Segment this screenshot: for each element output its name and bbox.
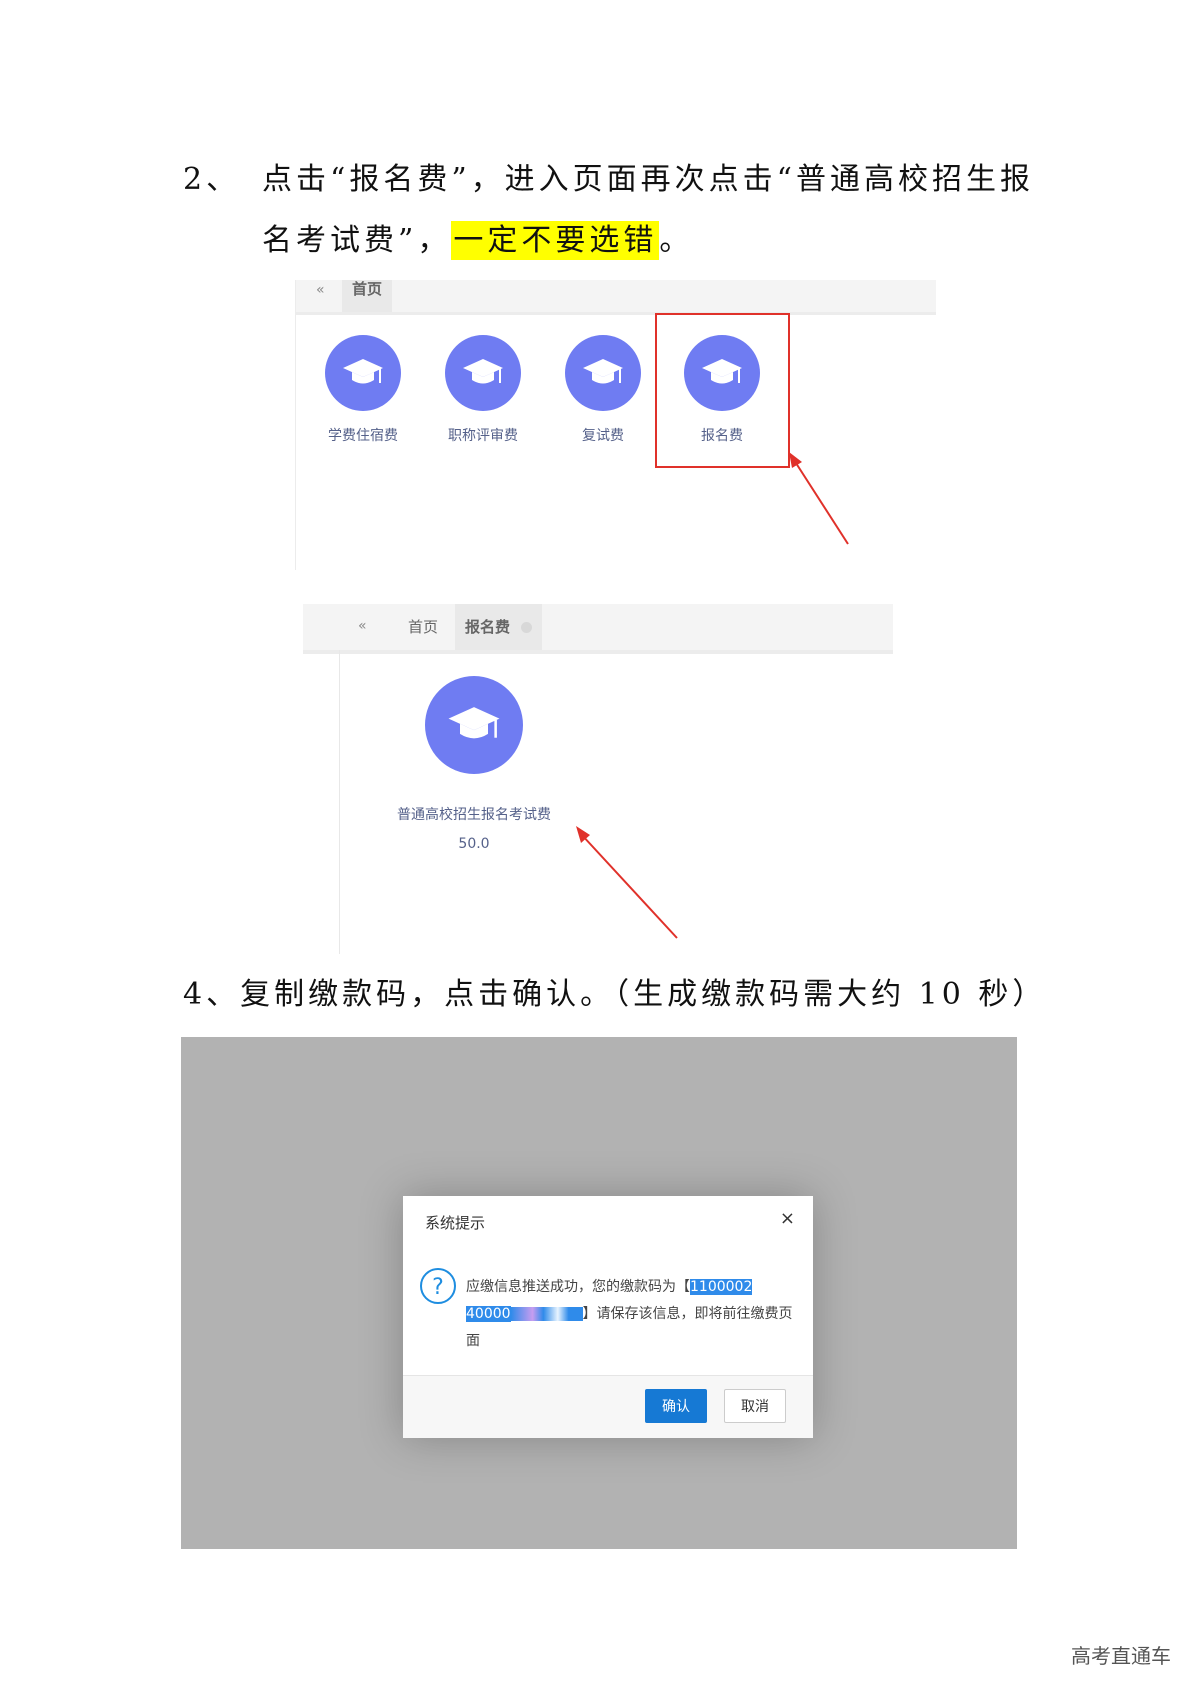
tile-icon-circle	[325, 335, 401, 411]
tile-icon-circle	[565, 335, 641, 411]
close-icon[interactable]: ×	[780, 1208, 795, 1229]
tab-close-icon[interactable]	[521, 622, 533, 633]
cancel-button[interactable]: 取消	[724, 1389, 786, 1423]
step-4-text: 4、复制缴款码，点击确认。（生成缴款码需大约 10 秒）	[183, 977, 1047, 1012]
tab-registration-fee[interactable]: 报名费	[455, 604, 543, 650]
left-border	[339, 650, 340, 954]
tile-icon-circle	[425, 676, 523, 774]
step-2-line-2-suffix: 。	[659, 223, 694, 258]
question-icon: ?	[420, 1268, 456, 1304]
tile-label: 复试费	[582, 428, 624, 444]
watermark: 高考直通车	[1071, 1644, 1171, 1668]
tile-amount: 50.0	[458, 836, 490, 852]
tile-tuition-accommodation[interactable]: 学费住宿费	[308, 335, 418, 445]
tile-title-review[interactable]: 职称评审费	[428, 335, 538, 445]
tab-bar: « 首页 报名费	[303, 604, 893, 654]
step-2-line-2: 名考试费”，一定不要选错。	[262, 221, 693, 261]
payment-code-part-1[interactable]: 1100002	[690, 1279, 753, 1295]
tab-label: 报名费	[465, 618, 511, 636]
dialog-screenshot-backdrop: 系统提示 × ? 应缴信息推送成功，您的缴款码为【1100002 40000 】请…	[181, 1037, 1017, 1549]
tab-home[interactable]: 首页	[342, 280, 393, 312]
payment-code-part-2[interactable]: 40000	[466, 1306, 511, 1322]
dialog-title: 系统提示	[425, 1214, 486, 1232]
dialog-message: 应缴信息推送成功，您的缴款码为【1100002 40000 】请保存该信息，即将前…	[466, 1274, 796, 1355]
red-highlight-box	[655, 313, 790, 468]
step-2-line-2-prefix: 名考试费”，	[262, 223, 452, 258]
graduation-cap-icon	[583, 359, 623, 384]
tile-label: 职称评审费	[448, 428, 518, 444]
tile-icon-circle	[445, 335, 521, 411]
tile-label: 普通高校招生报名考试费	[397, 807, 551, 823]
fee-categories-screenshot: « 首页 学费住宿费 职称评审费 复试费 报名费	[295, 280, 936, 570]
tab-home[interactable]: 首页	[408, 616, 438, 637]
graduation-cap-icon	[463, 359, 503, 384]
tab-bar: « 首页	[296, 280, 936, 315]
red-arrow-icon	[789, 452, 849, 545]
registration-fee-screenshot: « 首页 报名费 普通高校招生报名考试费 50.0	[303, 604, 893, 954]
step-2-number: 2、	[183, 162, 241, 197]
payment-code-redacted	[510, 1307, 583, 1321]
tile-general-college-exam-fee[interactable]: 普通高校招生报名考试费 50.0	[389, 676, 559, 852]
tile-retest[interactable]: 复试费	[548, 335, 658, 445]
graduation-cap-icon	[448, 707, 500, 739]
warning-highlight: 一定不要选错	[451, 221, 660, 260]
confirm-button[interactable]: 确认	[645, 1389, 707, 1423]
message-part-1: 应缴信息推送成功，您的缴款码为【	[466, 1279, 690, 1295]
tile-label: 学费住宿费	[328, 428, 398, 444]
back-double-arrow-icon[interactable]: «	[316, 282, 325, 298]
back-double-arrow-icon[interactable]: «	[358, 618, 367, 634]
step-2-line-1: 点击“报名费”，进入页面再次点击“普通高校招生报	[262, 162, 1035, 197]
graduation-cap-icon	[343, 359, 383, 384]
dialog-footer: 确认 取消	[403, 1375, 813, 1438]
system-prompt-dialog: 系统提示 × ? 应缴信息推送成功，您的缴款码为【1100002 40000 】请…	[403, 1196, 813, 1438]
red-arrow-icon	[576, 826, 678, 939]
